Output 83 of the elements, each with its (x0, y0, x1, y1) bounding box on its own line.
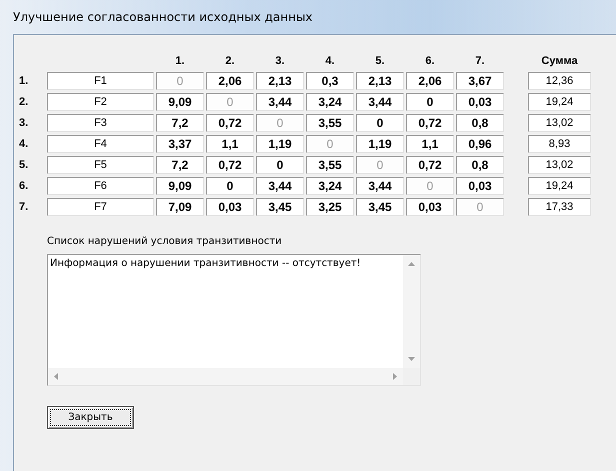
value-field[interactable]: 7,09 (156, 198, 204, 216)
value-field[interactable]: 3,44 (256, 93, 304, 111)
row-number: 2. (18, 96, 30, 108)
name-field[interactable]: F7 (47, 198, 154, 216)
value-field[interactable]: 1,19 (256, 135, 304, 153)
value-field[interactable]: 0,3 (306, 72, 354, 90)
value-field[interactable]: 0,72 (406, 156, 454, 174)
value-field[interactable]: 3,25 (306, 198, 354, 216)
value-field[interactable]: 0 (356, 114, 404, 132)
sum-field[interactable]: 12,36 (528, 72, 591, 90)
value-field[interactable]: 0,03 (456, 93, 504, 111)
value-field[interactable]: 3,55 (306, 156, 354, 174)
value-field[interactable]: 0,96 (456, 135, 504, 153)
value-field[interactable]: 9,09 (156, 177, 204, 195)
scroll-left-icon[interactable] (54, 373, 58, 380)
row-number: 7. (18, 201, 30, 213)
list-label: Список нарушений условия транзитивности (47, 236, 283, 247)
value-field[interactable]: 7,2 (156, 156, 204, 174)
value-field[interactable]: 3,45 (356, 198, 404, 216)
sum-field[interactable]: 17,33 (528, 198, 591, 216)
name-field[interactable]: F6 (47, 177, 154, 195)
value-field[interactable]: 2,06 (406, 72, 454, 90)
value-field[interactable]: 1,19 (356, 135, 404, 153)
scroll-right-icon[interactable] (393, 373, 397, 380)
column-header: 6. (424, 55, 436, 69)
name-field[interactable]: F2 (47, 93, 154, 111)
value-field[interactable]: 3,37 (156, 135, 204, 153)
sum-field[interactable]: 13,02 (528, 114, 591, 132)
row-number: 1. (18, 75, 30, 87)
scroll-up-icon[interactable] (408, 262, 415, 266)
value-field[interactable]: 0,03 (406, 198, 454, 216)
horizontal-scrollbar[interactable] (48, 368, 403, 385)
value-field[interactable]: 0,72 (406, 114, 454, 132)
value-field[interactable]: 0,72 (206, 156, 254, 174)
column-header: 7. (474, 55, 486, 69)
value-field[interactable]: 0,8 (456, 156, 504, 174)
name-field[interactable]: F4 (47, 135, 154, 153)
value-field[interactable]: 2,13 (356, 72, 404, 90)
value-field[interactable]: 0,8 (456, 114, 504, 132)
value-field[interactable]: 0 (406, 93, 454, 111)
close-button[interactable]: Закрыть (47, 406, 134, 429)
row-number: 3. (18, 117, 30, 129)
memo-text: Информация о нарушении транзитивности -- отсутствует! (49, 257, 362, 269)
value-field[interactable]: 3,24 (306, 177, 354, 195)
value-field[interactable]: 2,06 (206, 72, 254, 90)
column-header: 4. (324, 55, 336, 69)
window-title: Улучшение согласованности исходных данных (13, 10, 313, 24)
value-field[interactable]: 2,13 (256, 72, 304, 90)
value-field[interactable]: 3,44 (256, 177, 304, 195)
name-field[interactable]: F1 (47, 72, 154, 90)
sum-field[interactable]: 13,02 (528, 156, 591, 174)
value-field[interactable]: 3,24 (306, 93, 354, 111)
value-field[interactable]: 0,03 (206, 198, 254, 216)
row-number: 5. (18, 159, 30, 171)
row-number: 4. (18, 138, 30, 150)
value-field[interactable]: 3,44 (356, 177, 404, 195)
row-number: 6. (18, 180, 30, 192)
sum-field[interactable]: 8,93 (528, 135, 591, 153)
scrollbar-corner (403, 368, 420, 385)
column-header: 2. (224, 55, 236, 69)
value-field[interactable]: 0 (256, 156, 304, 174)
column-header: 3. (274, 55, 286, 69)
value-field[interactable]: 7,2 (156, 114, 204, 132)
column-header: 1. (174, 55, 186, 69)
value-field[interactable]: 0,03 (456, 177, 504, 195)
value-field[interactable]: 3,45 (256, 198, 304, 216)
sum-field[interactable]: 19,24 (528, 177, 591, 195)
value-field[interactable]: 3,67 (456, 72, 504, 90)
name-field[interactable]: F5 (47, 156, 154, 174)
scroll-down-icon[interactable] (408, 357, 415, 361)
column-header: Сумма (540, 55, 579, 69)
value-field[interactable]: 9,09 (156, 93, 204, 111)
column-header: 5. (374, 55, 386, 69)
value-field[interactable]: 0 (206, 177, 254, 195)
name-field[interactable]: F3 (47, 114, 154, 132)
vertical-scrollbar[interactable] (403, 255, 420, 368)
violations-memo[interactable]: Информация о нарушении транзитивности -- отсутствует! (47, 254, 421, 386)
value-field[interactable]: 1,1 (406, 135, 454, 153)
value-field[interactable]: 0,72 (206, 114, 254, 132)
value-field[interactable]: 3,44 (356, 93, 404, 111)
value-field[interactable]: 3,55 (306, 114, 354, 132)
sum-field[interactable]: 19,24 (528, 93, 591, 111)
value-field[interactable]: 1,1 (206, 135, 254, 153)
